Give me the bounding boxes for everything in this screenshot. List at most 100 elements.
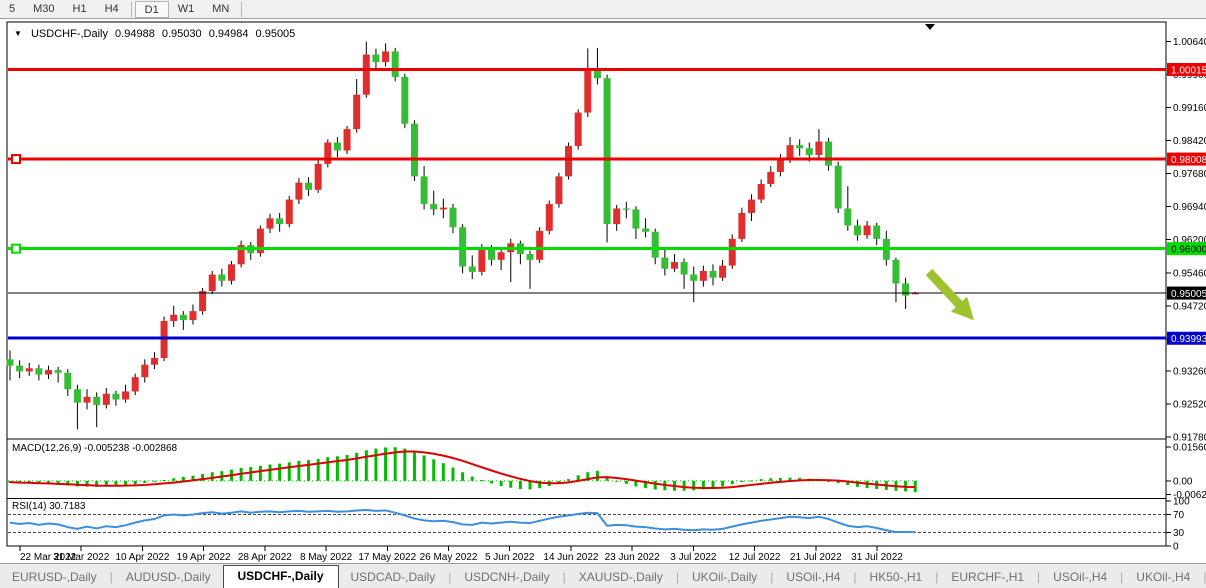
macd-histogram-bar <box>374 449 377 481</box>
tab-usdchf-daily[interactable]: USDCHF-,Daily <box>223 565 339 588</box>
candle-body <box>681 262 688 274</box>
candle-body <box>738 213 745 239</box>
date-label[interactable]: 31 Mar 2022 <box>53 552 110 562</box>
tab-audusd-daily[interactable]: AUDUSD-,Daily <box>114 567 223 588</box>
period-button-d1[interactable]: D1 <box>135 1 169 18</box>
price-tick-label: 0.93260 <box>1173 366 1206 377</box>
rsi-scale-label: 100 <box>1173 497 1190 508</box>
candle-body <box>315 164 322 190</box>
macd-histogram-bar <box>297 461 300 481</box>
candle-body <box>854 225 861 235</box>
chart-symbol-label: USDCHF-,Daily <box>31 28 108 40</box>
candle-body <box>74 389 81 402</box>
candle-body <box>218 275 225 281</box>
price-tick-label: 0.92520 <box>1173 399 1206 410</box>
candle-body <box>64 373 71 390</box>
rsi-value: 30.7183 <box>49 501 85 512</box>
candle-body <box>652 232 659 258</box>
period-button-5[interactable]: 5 <box>0 1 24 18</box>
candle-body <box>421 176 428 204</box>
hline-handle[interactable] <box>12 155 20 163</box>
tab-eurusd-daily[interactable]: EURUSD-,Daily <box>0 567 109 588</box>
price-line-label: 0.95005 <box>1171 289 1206 300</box>
date-label[interactable]: 26 May 2022 <box>420 552 478 562</box>
macd-histogram-bar <box>442 463 445 481</box>
candle-body <box>353 95 360 129</box>
date-label[interactable]: 21 Jul 2022 <box>790 552 842 562</box>
candle-body <box>815 142 822 155</box>
hline-handle[interactable] <box>12 245 20 253</box>
candle-body <box>35 368 42 374</box>
candle-body <box>478 248 485 272</box>
date-label[interactable]: 12 Jul 2022 <box>729 552 781 562</box>
candle-body <box>26 368 33 371</box>
macd-histogram-bar <box>211 472 214 481</box>
macd-histogram-bar <box>471 477 474 481</box>
macd-histogram-bar <box>182 477 185 481</box>
date-label[interactable]: 8 May 2022 <box>300 552 353 562</box>
macd-histogram-bar <box>153 481 156 482</box>
date-label[interactable]: 14 Jun 2022 <box>543 552 598 562</box>
macd-histogram-bar <box>249 467 252 481</box>
date-label[interactable]: 31 Jul 2022 <box>851 552 903 562</box>
candle-body <box>363 55 370 95</box>
quote-low: 0.94984 <box>209 28 249 40</box>
tab-usdcad-daily[interactable]: USDCAD-,Daily <box>339 567 448 588</box>
macd-histogram-bar <box>567 479 570 481</box>
date-label[interactable]: 17 May 2022 <box>358 552 416 562</box>
candle-body <box>892 260 899 284</box>
macd-histogram-bar <box>769 478 772 481</box>
macd-histogram-bar <box>423 455 426 480</box>
macd-indicator-label: MACD(12,26,9) -0.005238 -0.002868 <box>12 443 177 454</box>
date-label[interactable]: 3 Jul 2022 <box>670 552 717 562</box>
candle-body <box>825 142 832 166</box>
candle-body <box>767 172 774 184</box>
candle-body <box>122 391 129 399</box>
period-button-m30[interactable]: M30 <box>24 1 63 18</box>
date-label[interactable]: 28 Apr 2022 <box>238 552 292 562</box>
period-button-h1[interactable]: H1 <box>64 1 96 18</box>
candle-body <box>729 239 736 266</box>
macd-histogram-bar <box>683 481 686 491</box>
tab-xauusd-daily[interactable]: XAUUSD-,Daily <box>567 567 675 588</box>
candle-body <box>671 262 678 269</box>
rsi-scale-label: 70 <box>1173 510 1185 521</box>
period-button-w1[interactable]: W1 <box>169 1 204 18</box>
date-label[interactable]: 5 Jun 2022 <box>485 552 535 562</box>
period-button-mn[interactable]: MN <box>203 1 238 18</box>
macd-histogram-bar <box>750 480 753 481</box>
chart-title: ▼ USDCHF-,Daily 0.94988 0.95030 0.94984 … <box>14 28 295 40</box>
macd-histogram-bar <box>519 481 522 489</box>
candle-body <box>565 146 572 176</box>
date-label[interactable]: 19 Apr 2022 <box>177 552 231 562</box>
candle-body <box>132 377 139 391</box>
tab-ukoil-h4[interactable]: UKOil-,H4 <box>1124 567 1202 588</box>
symbol-dropdown-icon[interactable]: ▼ <box>14 29 22 38</box>
candle-body <box>93 397 100 405</box>
tab-usdcnh-daily[interactable]: USDCNH-,Daily <box>452 567 561 588</box>
chart-window[interactable]: 1.006400.999000.991600.984200.976800.969… <box>0 20 1206 562</box>
candle-body <box>748 200 755 213</box>
tab-usoil-h4[interactable]: USOil-,H4 <box>774 567 852 588</box>
candle-body <box>324 142 331 163</box>
candle-body <box>758 184 765 200</box>
candle-body <box>777 159 784 171</box>
tab-eurchf-h1[interactable]: EURCHF-,H1 <box>939 567 1036 588</box>
tab-hk50-h1[interactable]: HK50-,H1 <box>858 567 935 588</box>
period-button-h4[interactable]: H4 <box>96 1 128 18</box>
date-label[interactable]: 23 Jun 2022 <box>605 552 660 562</box>
candle-body <box>864 225 871 235</box>
candle-body <box>305 183 312 190</box>
tab-ukoil-daily[interactable]: UKOil-,Daily <box>680 567 769 588</box>
macd-histogram-bar <box>731 481 734 484</box>
macd-histogram-bar <box>163 480 166 481</box>
candle-body <box>642 229 649 232</box>
price-chart-canvas[interactable]: 1.006400.999000.991600.984200.976800.969… <box>0 20 1206 562</box>
candle-body <box>199 291 206 311</box>
candle-body <box>180 315 187 320</box>
tab-usoil-h4[interactable]: USOil-,H4 <box>1041 567 1119 588</box>
macd-scale-label: 0.00 <box>1173 476 1193 487</box>
date-label[interactable]: 10 Apr 2022 <box>115 552 169 562</box>
candle-body <box>873 225 880 238</box>
candle-body <box>498 252 505 260</box>
